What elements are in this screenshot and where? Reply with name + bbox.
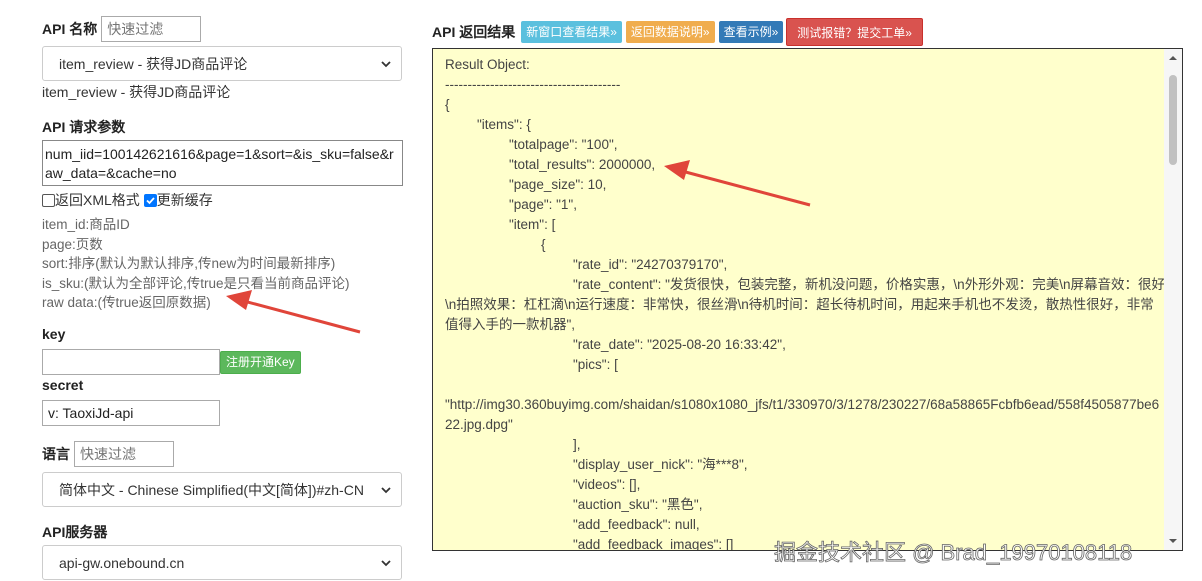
chevron-down-icon [381,559,391,566]
param-help-line: page:页数 [42,236,103,252]
result-json-line: "item": [ [509,217,556,232]
result-json-line: Result Object: [445,57,530,72]
cache-checkbox-label: 更新缓存 [156,192,213,208]
result-json-line: "http://img30.360buyimg.com/shaidan/s108… [445,397,1160,432]
api-name-select[interactable]: item_review - 获得JD商品评论 [42,46,402,81]
result-json-line: "videos": [], [573,477,641,492]
result-json-line: { [541,237,546,252]
result-json-line: "pics": [ [573,357,618,372]
language-select-value: 简体中文 - Chinese Simplified(中文[简体])#zh-CN [59,481,364,498]
chevron-down-icon [381,486,391,493]
param-help-line: sort:排序(默认为默认排序,传new为时间最新排序) [42,256,336,271]
param-help-line: item_id:商品ID [42,217,130,232]
result-json-line [445,375,1165,395]
key-row: 注册开通Key [42,349,301,375]
result-json-line: "rate_date": "2025-08-20 16:33:42", [573,337,786,352]
param-help-line: is_sku:(默认为全部评论,传true是只看当前商品评论) [42,275,350,291]
result-json-line: "rate_id": "24270379170", [573,257,728,272]
language-row: 语言 [42,441,174,467]
result-json-line: "page": "1", [509,197,577,212]
api-name-row: API 名称 [42,16,202,42]
api-name-filter-input[interactable] [101,16,202,42]
cache-checkbox[interactable] [143,193,157,207]
scroll-down-icon[interactable] [1164,534,1182,548]
xml-checkbox-label: 返回XML格式 [55,192,140,208]
language-filter-input[interactable] [74,441,174,467]
scrollbar-thumb[interactable] [1169,75,1177,165]
result-json-line: "totalpage": "100", [509,137,618,152]
api-name-select-value: item_review - 获得JD商品评论 [59,55,248,72]
result-json-line: ], [573,437,581,452]
result-header: API 返回结果 新窗口查看结果» 返回数据说明» 查看示例» 测试报错？提交工… [432,18,923,46]
result-json-line: "rate_content": "发货很快，包装完整，新机没问题，价格实惠，\n… [445,277,1165,332]
result-json-line: "auction_sku": "黑色", [573,497,703,512]
result-output[interactable]: Result Object: --------------------------… [432,48,1183,551]
data-doc-button[interactable]: 返回数据说明» [625,21,715,43]
checkmark-icon [146,196,155,204]
server-label: API服务器 [42,524,108,540]
secret-input[interactable] [42,400,220,426]
result-json-line: "items": { [477,117,531,132]
result-json-line: { [445,97,450,112]
key-input[interactable] [42,349,220,375]
result-json-line: "total_results": 2000000, [509,157,656,172]
api-name-caption: item_review - 获得JD商品评论 [42,84,231,100]
example-button[interactable]: 查看示例» [718,21,784,43]
language-label: 语言 [42,446,70,462]
server-select[interactable]: api-gw.onebound.cn [42,545,402,580]
param-help: item_id:商品ID page:页数 sort:排序(默认为默认排序,传ne… [42,215,404,313]
options-row: 返回XML格式 更新缓存 [42,190,213,210]
language-select[interactable]: 简体中文 - Chinese Simplified(中文[简体])#zh-CN [42,472,402,507]
register-key-button[interactable]: 注册开通Key [220,350,301,374]
result-scrollbar[interactable] [1164,49,1182,550]
chevron-down-icon [381,60,391,67]
key-label: key [42,326,66,342]
new-window-button[interactable]: 新窗口查看结果» [521,21,622,43]
report-issue-button[interactable]: 测试报错？提交工单» [786,18,923,46]
result-json-line: --------------------------------------- [445,77,621,92]
xml-checkbox[interactable] [42,193,55,207]
request-params-label: API 请求参数 [42,119,126,135]
api-name-label: API 名称 [42,21,98,37]
result-json-line: "page_size": 10, [509,177,607,192]
param-help-line: raw data:(传true返回原数据) [42,295,211,310]
result-json-line: "display_user_nick": "海***8", [573,457,748,472]
server-select-value: api-gw.onebound.cn [59,554,185,571]
result-label: API 返回结果 [432,24,516,40]
request-params-textarea[interactable]: num_iid=100142621616&page=1&sort=&is_sku… [42,140,403,186]
result-json: Result Object: --------------------------… [445,55,1165,550]
result-json-line: "add_feedback": null, [573,517,700,532]
watermark: 掘金技术社区 @ Brad_19970108118 [774,540,1133,566]
scroll-up-icon[interactable] [1164,51,1182,65]
secret-label: secret [42,377,84,393]
